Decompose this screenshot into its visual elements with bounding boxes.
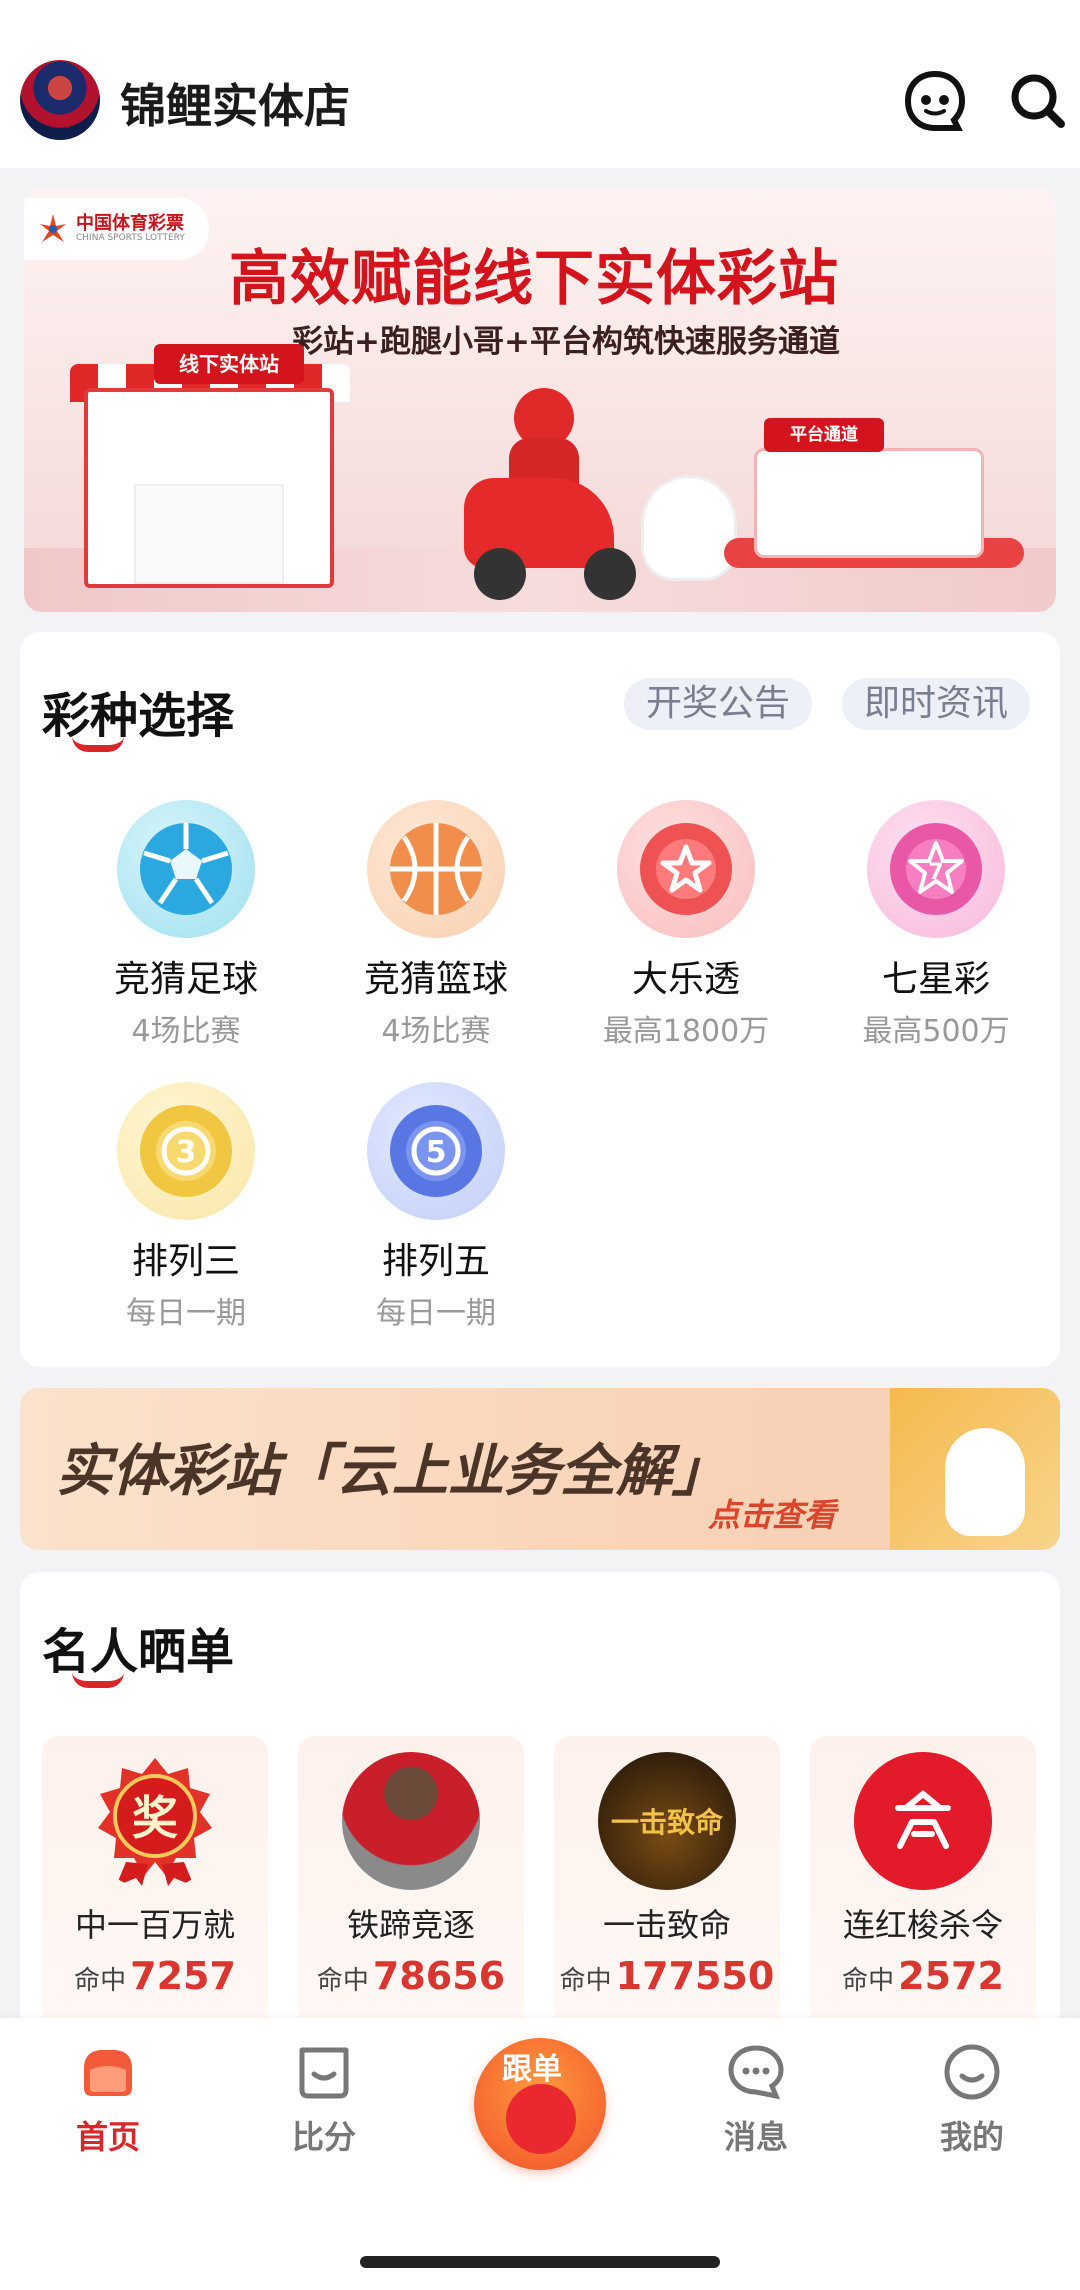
draw-notice-button[interactable]: 开奖公告	[624, 678, 813, 730]
hat-logo-icon	[854, 1752, 992, 1890]
store-name: 锦鲤实体店	[120, 79, 350, 133]
nav-label: 首页	[75, 2118, 140, 2156]
celebrity-item[interactable]: 连红梭杀令 命中 2572	[810, 1736, 1036, 2032]
number-5-icon: 5	[367, 1082, 505, 1220]
number-3-icon: 3	[117, 1082, 255, 1220]
hit-count: 2572	[898, 1954, 1004, 1998]
game-name: 竞猜篮球	[363, 959, 508, 1000]
kiosk-counter-illustration	[134, 484, 284, 584]
nav-score[interactable]: 比分	[254, 2040, 394, 2158]
nav-label: 比分	[291, 2118, 356, 2156]
bottom-navigation: 首页 比分 跟单 消息 我的	[0, 2018, 1080, 2290]
message-bubble-icon	[728, 2045, 784, 2100]
celebrity-name: 连红梭杀令	[842, 1906, 1003, 1944]
game-name: 排列三	[131, 1241, 240, 1282]
title-underline-icon	[72, 736, 124, 752]
lottery-selection-card: 彩种选择 开奖公告 即时资讯 竞猜足球 4场比赛 竞猜篮球 4场比赛 大乐透 最…	[20, 632, 1060, 1367]
celebrity-item[interactable]: 一击致命 一击致命 命中 177550	[554, 1736, 780, 2032]
lottery-logo-icon	[40, 214, 66, 242]
celebrity-item[interactable]: 铁蹄竞逐 命中 78656	[298, 1736, 524, 2032]
search-icon[interactable]	[1003, 66, 1073, 136]
mascot-illustration	[644, 478, 734, 578]
hit-label: 命中	[74, 1966, 127, 1996]
football-icon	[117, 800, 255, 938]
game-pick-five[interactable]: 5 排列五 每日一期	[316, 1082, 556, 1332]
game-subtitle: 4场比赛	[131, 1014, 241, 1049]
celebrity-section-title: 名人晒单	[42, 1624, 235, 1680]
store-avatar[interactable]	[20, 60, 100, 140]
hit-label: 命中	[316, 1966, 369, 1996]
game-basketball[interactable]: 竞猜篮球 4场比赛	[316, 800, 556, 1050]
hit-count: 7257	[130, 1954, 236, 1998]
app-header: 锦鲤实体店	[0, 0, 1080, 168]
game-name: 竞猜足球	[113, 959, 258, 1000]
promo-carousel-banner[interactable]: 中国体育彩票 CHINA SPORTS LOTTERY 高效赋能线下实体彩站 彩站…	[24, 188, 1056, 612]
nav-label: 跟单	[502, 2052, 562, 2087]
logo-text: 中国体育彩票	[76, 213, 184, 235]
smile-profile-icon	[944, 2044, 1000, 2100]
game-subtitle: 每日一期	[126, 1296, 246, 1331]
hit-count: 78656	[372, 1954, 506, 1998]
hit-count: 177550	[615, 1954, 775, 1998]
logo-subtext: CHINA SPORTS LOTTERY	[76, 232, 185, 243]
avatar-text: 一击致命	[610, 1806, 723, 1839]
game-name: 排列五	[381, 1241, 490, 1282]
cloud-business-banner[interactable]: 实体彩站「云上业务全解」 点击查看	[20, 1388, 1060, 1550]
nav-mine[interactable]: 我的	[902, 2040, 1042, 2158]
game-subtitle: 最高1800万	[602, 1014, 770, 1049]
lottery-section-title: 彩种选择	[42, 688, 235, 744]
mascot-illustration	[945, 1428, 1025, 1536]
banner-subtitle: 彩站+跑腿小哥+平台构筑快速服务通道	[292, 324, 840, 360]
game-name: 七星彩	[881, 959, 990, 1000]
nav-home[interactable]: 首页	[38, 2040, 178, 2158]
platform-illustration	[754, 448, 984, 558]
scoreboard-icon	[299, 2047, 349, 2099]
hit-label: 命中	[559, 1966, 612, 1996]
streak-killer-avatar	[854, 1752, 992, 1890]
title-underline-icon	[72, 1672, 124, 1688]
game-subtitle: 每日一期	[376, 1296, 496, 1331]
award-badge-text: 奖	[132, 1791, 178, 1845]
svg-text:7: 7	[928, 860, 943, 885]
celebrity-name: 铁蹄竞逐	[346, 1906, 475, 1944]
kiosk-sign: 线下实体站	[154, 344, 304, 384]
celebrity-picks-card: 名人晒单 奖 中一百万就 命中 7257 铁蹄竞逐 命中 78656 一击致命 一击…	[20, 1572, 1060, 2032]
basketball-icon	[367, 800, 505, 938]
celebrity-item[interactable]: 奖 中一百万就 命中 7257	[42, 1736, 268, 2032]
customer-service-icon[interactable]	[900, 66, 970, 136]
promo-view-link[interactable]: 点击查看	[708, 1490, 836, 1536]
mascot-face-icon	[506, 2084, 576, 2154]
promo-title: 实体彩站「云上业务全解」	[56, 1439, 728, 1504]
one-hit-kill-avatar: 一击致命	[598, 1752, 736, 1890]
star-ball-icon	[617, 800, 755, 938]
home-icon	[84, 2050, 132, 2096]
hit-label: 命中	[842, 1966, 895, 1996]
celebrity-name: 一击致命	[602, 1906, 731, 1944]
game-name: 大乐透	[631, 959, 740, 1000]
game-football[interactable]: 竞猜足球 4场比赛	[66, 800, 306, 1050]
game-super-lotto[interactable]: 大乐透 最高1800万	[566, 800, 806, 1050]
home-indicator-bar[interactable]	[360, 2256, 720, 2268]
platform-sign: 平台通道	[764, 418, 884, 452]
award-badge-avatar: 奖	[86, 1752, 224, 1890]
scooter-wheel-illustration	[474, 548, 526, 600]
scooter-wheel-illustration	[584, 548, 636, 600]
nav-label: 我的	[939, 2118, 1004, 2156]
game-seven-star[interactable]: 7 七星彩 最高500万	[816, 800, 1056, 1050]
game-subtitle: 最高500万	[862, 1014, 1010, 1049]
celebrity-name: 中一百万就	[74, 1906, 235, 1944]
player-avatar	[342, 1752, 480, 1890]
nav-messages[interactable]: 消息	[686, 2040, 826, 2158]
svg-text:3: 3	[176, 1135, 197, 1170]
seven-star-icon: 7	[867, 800, 1005, 938]
nav-follow-order[interactable]: 跟单	[474, 2038, 606, 2170]
live-news-button[interactable]: 即时资讯	[842, 678, 1031, 730]
game-pick-three[interactable]: 3 排列三 每日一期	[66, 1082, 306, 1332]
svg-text:5: 5	[426, 1135, 447, 1170]
game-subtitle: 4场比赛	[381, 1014, 491, 1049]
banner-title: 高效赋能线下实体彩站	[229, 244, 839, 314]
sports-lottery-logo: 中国体育彩票 CHINA SPORTS LOTTERY	[24, 198, 209, 260]
nav-label: 消息	[723, 2118, 788, 2156]
